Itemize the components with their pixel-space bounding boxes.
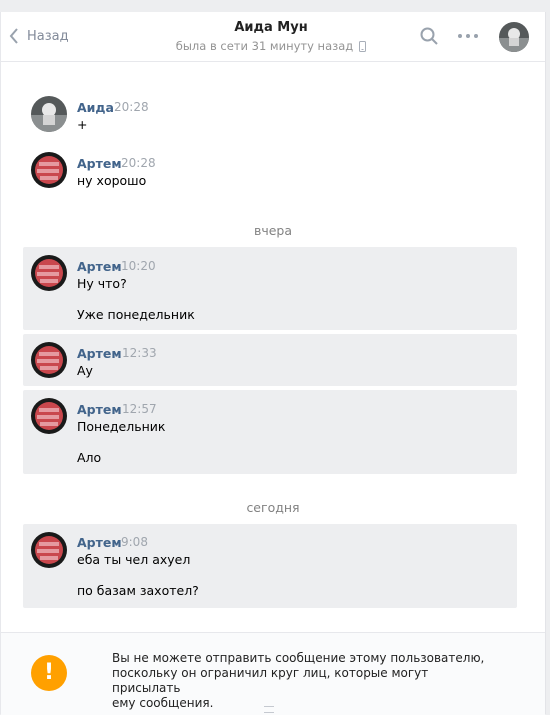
avatar[interactable] [31,532,67,568]
notice-text: Вы не можете отправить сообщение этому п… [112,651,492,711]
message-time[interactable]: 12:57 [122,402,157,416]
avatar[interactable] [31,152,67,188]
message-time[interactable]: 12:33 [122,346,157,360]
header-avatar[interactable] [499,22,529,52]
notice-line: Вы не можете отправить сообщение этому п… [112,651,485,665]
search-icon[interactable] [420,27,438,45]
message-time[interactable]: 10:20 [121,259,156,273]
message-author[interactable]: Артем [77,402,122,417]
message-text: Уже понедельник [77,307,195,322]
avatar[interactable] [31,398,67,434]
message-text: ну хорошо [77,173,147,188]
avatar[interactable] [31,342,67,378]
date-separator: вчера [253,223,293,238]
back-button[interactable]: Назад [9,25,69,47]
message-author[interactable]: Артем [77,259,122,274]
message-feed[interactable]: Аида 20:28 + Артем 20:28 ну хорошо вчера… [1,62,545,632]
message-text: по базам захотел? [77,583,199,598]
message-author[interactable]: Артем [77,156,122,171]
message-author[interactable]: Аида [77,100,114,115]
message-text: + [77,117,88,132]
chevron-left-icon [9,28,18,44]
message[interactable]: Артем 20:28 ну хорошо [23,146,517,192]
avatar[interactable] [31,96,67,132]
more-icon[interactable] [458,34,478,38]
message-time[interactable]: 20:28 [114,100,149,114]
notice-line: поскольку он ограничил круг лиц, которые… [112,666,429,695]
message-time[interactable]: 20:28 [121,156,156,170]
message-text: Понедельник [77,419,166,434]
exclamation-icon: ! [31,655,67,691]
message-text: еба ты чел ахуел [77,552,191,567]
message[interactable]: Артем 9:08 еба ты чел ахуел по базам зах… [23,524,517,608]
message-text: Ау [77,363,93,378]
status-text: была в сети 31 минуту назад [175,39,354,53]
message[interactable]: Аида 20:28 + [23,90,517,136]
message-author[interactable]: Артем [77,535,122,550]
back-label: Назад [27,28,69,44]
notice-line: ему сообщения. [112,696,214,710]
title-block: Аида Мун была в сети 31 минуту назад [151,20,391,53]
message[interactable]: Артем 12:33 Ау [23,334,517,386]
date-separator: сегодня [246,500,300,515]
mobile-icon [359,40,367,52]
resize-handle[interactable] [264,706,274,713]
avatar[interactable] [31,255,67,291]
message-text: Ало [77,450,102,465]
message-author[interactable]: Артем [77,346,122,361]
page-title[interactable]: Аида Мун [151,20,391,35]
dialog-panel: Назад Аида Мун была в сети 31 минуту наз… [0,12,546,715]
message-text: Ну что? [77,276,127,291]
dialog-header: Назад Аида Мун была в сети 31 минуту наз… [1,12,545,62]
message[interactable]: Артем 12:57 Понедельник Ало [23,390,517,474]
message-time[interactable]: 9:08 [121,535,148,549]
message[interactable]: Артем 10:20 Ну что? Уже понедельник [23,247,517,330]
blocked-notice: ! Вы не можете отправить сообщение этому… [1,632,545,715]
online-status: была в сети 31 минуту назад [151,39,391,53]
